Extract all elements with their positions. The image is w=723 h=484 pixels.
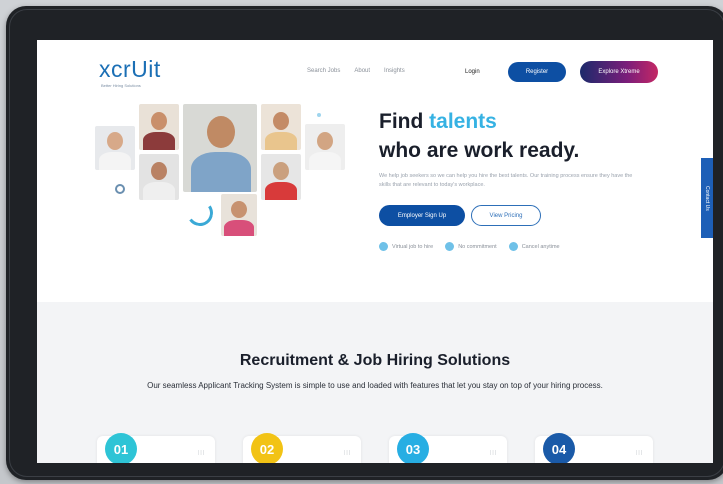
decorative-dot [317,113,321,117]
feature-item: Cancel anytime [508,242,560,251]
step-number-badge: 03 [397,433,429,463]
login-link[interactable]: Login [465,69,480,75]
view-pricing-button[interactable]: View Pricing [471,205,541,226]
check-icon [508,242,518,251]
site-header: xcrUit Better Hiring Solutions Search Jo… [37,40,713,100]
candidate-photo-main [183,104,257,192]
step-card[interactable]: 01 ||| [97,433,215,463]
nav-link-search-jobs[interactable]: Search Jobs [307,68,340,74]
nav-link-about[interactable]: About [354,68,370,74]
hero-feature-list: Virtual job to hire No commitment Cancel… [379,242,560,251]
decorative-ring [115,184,125,194]
hero-title-prefix: Find [379,110,430,133]
candidate-photo [261,104,301,150]
step-number-badge: 04 [543,433,575,463]
nav-link-insights[interactable]: Insights [384,68,405,74]
hero-description: We help job seekers so we can help you h… [379,173,633,188]
step-card-decoration: ||| [198,450,205,456]
candidate-photo [261,154,301,200]
hero-title-accent: talents [429,110,497,133]
logo-wordmark: xcrUit [99,56,161,82]
feature-label: Cancel anytime [521,243,560,250]
employer-signup-button[interactable]: Employer Sign Up [379,205,465,226]
main-nav: Search Jobs About Insights [307,68,405,74]
hero-title: Find talents [379,110,497,134]
step-number-badge: 02 [251,433,283,463]
register-button[interactable]: Register [508,62,566,82]
candidate-photo [139,104,179,150]
solutions-section: Recruitment & Job Hiring Solutions Our s… [37,302,713,463]
candidate-photo [139,154,179,200]
candidate-photo [305,124,345,170]
feature-label: No commitment [458,243,497,250]
step-number-badge: 01 [105,433,137,463]
section-subtitle: Our seamless Applicant Tracking System i… [147,381,603,390]
feature-label: Virtual job to hire [392,243,434,250]
backdrop: xcrUit Better Hiring Solutions Search Jo… [0,0,723,484]
step-card-decoration: ||| [344,450,351,456]
step-card[interactable]: 02 ||| [243,433,361,463]
contact-side-tab[interactable]: Contact Us [701,158,713,238]
website-screen: xcrUit Better Hiring Solutions Search Jo… [37,40,713,463]
check-icon [379,242,388,251]
decorative-arc [184,197,216,229]
logo-tagline: Better Hiring Solutions [101,83,141,88]
step-card-decoration: ||| [490,450,497,456]
tablet-frame: xcrUit Better Hiring Solutions Search Jo… [6,6,723,480]
hero-title-line2: who are work ready. [379,139,580,162]
explore-button[interactable]: Explore Xtreme [580,61,658,83]
feature-item: No commitment [445,242,497,251]
step-card[interactable]: 03 ||| [389,433,507,463]
site-logo[interactable]: xcrUit Better Hiring Solutions [99,56,161,88]
step-card[interactable]: 04 ||| [535,433,653,463]
candidate-photo [221,194,257,236]
feature-item: Virtual job to hire [379,242,433,251]
section-title: Recruitment & Job Hiring Solutions [239,352,511,369]
candidate-photo [95,126,135,170]
check-icon [445,242,455,251]
step-card-decoration: ||| [636,450,643,456]
